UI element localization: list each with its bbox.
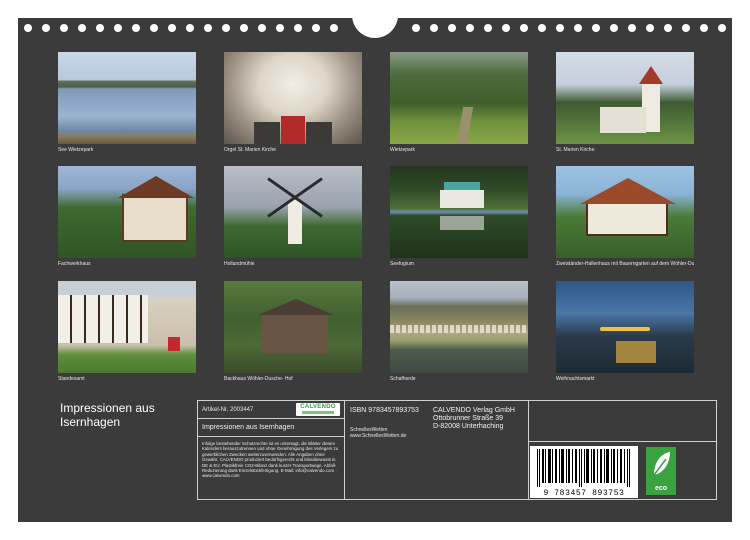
binding-hole	[204, 24, 212, 32]
photo-lake	[58, 52, 196, 144]
photo-tile: Orgel St. Marien Kirche	[224, 52, 362, 153]
legal-text: Infolge bestehender Schutzrechte ist es …	[202, 441, 339, 479]
calvendo-logo-bar	[302, 411, 334, 414]
binding-hole	[682, 24, 690, 32]
binding-hole	[574, 24, 582, 32]
article-number: Artikel-Nr. 2003447	[202, 407, 254, 413]
divider	[528, 441, 716, 442]
photo-tile: Standesamt	[58, 281, 196, 382]
photo-caption: St. Marien Kirche	[556, 147, 595, 153]
binding-hole	[132, 24, 140, 32]
photo-caption: See Wietzepark	[58, 147, 94, 153]
divider	[528, 401, 529, 499]
binding-hole	[466, 24, 474, 32]
binding-hole	[448, 24, 456, 32]
binding-hole	[700, 24, 708, 32]
publisher-name: CALVENDO Verlag GmbH	[433, 407, 515, 414]
barcode: 9 783457 893753	[530, 446, 638, 498]
binding-hole	[258, 24, 266, 32]
eco-label: eco	[654, 485, 668, 492]
binding-hole	[556, 24, 564, 32]
binding-hole	[628, 24, 636, 32]
publisher-city: D-82008 Unterhaching	[433, 423, 504, 430]
binding-hole	[78, 24, 86, 32]
binding-hole	[24, 24, 32, 32]
photo-tile: Backhaus Wöhler-Dusche- Hof	[224, 281, 362, 382]
photo-caption: Hollandmühle	[224, 261, 255, 267]
photo-tile: Zweiständer-Hallenhaus mit Bauerngarten …	[556, 166, 694, 267]
binding-hole	[610, 24, 618, 32]
binding-hole	[502, 24, 510, 32]
photo-half-timbered-house	[58, 166, 196, 258]
binding-hole	[520, 24, 528, 32]
photo-caption: Orgel St. Marien Kirche	[224, 147, 276, 153]
photo-church	[556, 52, 694, 144]
photo-caption: Fachwerkhaus	[58, 261, 91, 267]
photo-caption: Zweiständer-Hallenhaus mit Bauerngarten …	[556, 261, 694, 267]
binding-hole	[294, 24, 302, 32]
photo-christmas-market	[556, 281, 694, 373]
photo-tile: Hollandmühle	[224, 166, 362, 267]
binding-hole	[114, 24, 122, 32]
photo-tile: Wietzepark	[390, 52, 528, 153]
author-url: www.SchnellesWetten.de	[350, 433, 407, 439]
binding-holes	[0, 0, 750, 40]
barcode-bars	[537, 449, 630, 487]
photo-park-path	[390, 52, 528, 144]
divider	[198, 418, 344, 419]
divider	[344, 401, 345, 499]
leaf-icon	[653, 452, 670, 476]
photo-caption: Standesamt	[58, 376, 85, 382]
binding-hole	[718, 24, 726, 32]
binding-hole	[42, 24, 50, 32]
photo-windmill	[224, 166, 362, 258]
product-info-box: Artikel-Nr. 2003447 CALVENDO Impressione…	[197, 400, 717, 500]
photo-caption: Schafherde	[390, 376, 416, 382]
binding-hole	[186, 24, 194, 32]
binding-hole	[412, 24, 420, 32]
divider	[198, 436, 344, 437]
binding-hole	[538, 24, 546, 32]
binding-hole	[60, 24, 68, 32]
hanger-notch	[352, 0, 398, 38]
isbn: ISBN 9783457893753	[350, 407, 419, 414]
photo-tile: St. Marien Kirche	[556, 52, 694, 153]
photo-church-organ	[224, 52, 362, 144]
photo-seefugium	[390, 166, 528, 258]
binding-hole	[664, 24, 672, 32]
photo-bakehouse	[224, 281, 362, 373]
product-title: Impressionen aus Isernhagen	[202, 424, 295, 431]
photo-tile: Fachwerkhaus	[58, 166, 196, 267]
binding-hole	[312, 24, 320, 32]
photo-tile: Schafherde	[390, 281, 528, 382]
binding-hole	[96, 24, 104, 32]
binding-hole	[168, 24, 176, 32]
binding-hole	[240, 24, 248, 32]
barcode-number: 9 783457 893753	[543, 489, 625, 498]
publisher-street: Ottobrunner Straße 39	[433, 415, 504, 422]
binding-hole	[276, 24, 284, 32]
calvendo-logo-text: CALVENDO	[300, 404, 336, 410]
calvendo-logo: CALVENDO	[296, 403, 340, 416]
eco-badge: eco	[646, 447, 676, 495]
binding-hole	[592, 24, 600, 32]
photo-farmhouse-garden	[556, 166, 694, 258]
binding-hole	[646, 24, 654, 32]
calendar-title: Impressionen aus Isernhagen	[60, 401, 155, 429]
photo-caption: Wietzepark	[390, 147, 416, 153]
photo-tile: Weihnachtsmarkt	[556, 281, 694, 382]
binding-hole	[430, 24, 438, 32]
photo-caption: Weihnachtsmarkt	[556, 376, 595, 382]
binding-hole	[330, 24, 338, 32]
binding-hole	[222, 24, 230, 32]
photo-tile: See Wietzepark	[58, 52, 196, 153]
photo-registry-office	[58, 281, 196, 373]
binding-hole	[150, 24, 158, 32]
photo-sheep-flock	[390, 281, 528, 373]
photo-tile: Seefugium	[390, 166, 528, 267]
binding-hole	[484, 24, 492, 32]
photo-caption: Backhaus Wöhler-Dusche- Hof	[224, 376, 293, 382]
photo-caption: Seefugium	[390, 261, 414, 267]
